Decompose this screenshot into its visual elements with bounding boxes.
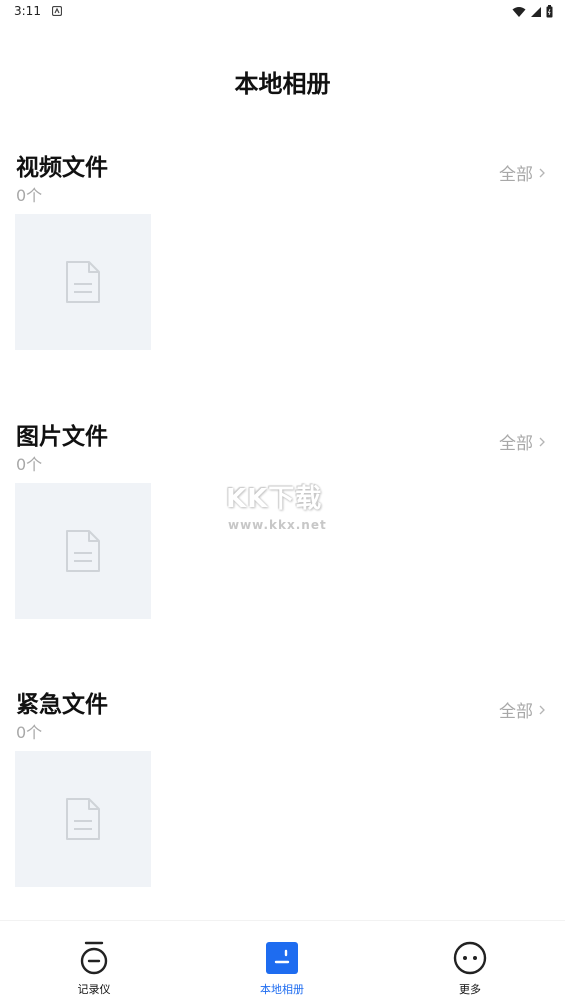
document-icon [66, 530, 100, 572]
section-title: 紧急文件 [16, 692, 108, 718]
see-all-label: 全部 [499, 434, 533, 454]
wifi-icon [512, 6, 526, 17]
chevron-right-icon [539, 705, 545, 714]
notification-icon [52, 6, 62, 16]
tab-label: 本地相册 [260, 983, 304, 996]
section-title: 图片文件 [16, 424, 108, 450]
page-title: 本地相册 [234, 70, 331, 98]
section-title: 视频文件 [16, 155, 108, 181]
tab-label: 记录仪 [77, 983, 111, 996]
section-count: 0个 [16, 186, 43, 205]
status-time: 3:11 [14, 4, 41, 18]
tab-recorder[interactable]: 记录仪 [44, 941, 144, 997]
see-all-button[interactable]: 全部 [499, 429, 545, 454]
signal-icon [531, 6, 541, 17]
see-all-label: 全部 [499, 165, 533, 185]
see-all-label: 全部 [499, 702, 533, 722]
status-icons [512, 5, 553, 18]
section-video-files: 视频文件 0个 全部 [0, 148, 565, 388]
section-count: 0个 [16, 455, 43, 474]
tab-label: 更多 [459, 983, 481, 996]
document-icon [66, 798, 100, 840]
chevron-right-icon [539, 437, 545, 446]
more-icon [453, 941, 487, 975]
album-icon [266, 942, 298, 974]
document-icon [66, 261, 100, 303]
section-count: 0个 [16, 723, 43, 742]
bottom-tab-bar: 记录仪 本地相册 更多 [0, 920, 565, 1004]
file-thumbnail-placeholder[interactable] [15, 214, 151, 350]
section-image-files: 图片文件 0个 全部 [0, 417, 565, 657]
see-all-button[interactable]: 全部 [499, 697, 545, 722]
status-bar: 3:11 [0, 0, 565, 24]
recorder-icon [80, 941, 108, 975]
battery-icon [546, 5, 553, 18]
file-thumbnail-placeholder[interactable] [15, 751, 151, 887]
section-emergency-files: 紧急文件 0个 全部 [0, 685, 565, 925]
see-all-button[interactable]: 全部 [499, 160, 545, 185]
chevron-right-icon [539, 168, 545, 177]
tab-local-album[interactable]: 本地相册 [232, 941, 332, 997]
file-thumbnail-placeholder[interactable] [15, 483, 151, 619]
tab-more[interactable]: 更多 [420, 941, 520, 997]
